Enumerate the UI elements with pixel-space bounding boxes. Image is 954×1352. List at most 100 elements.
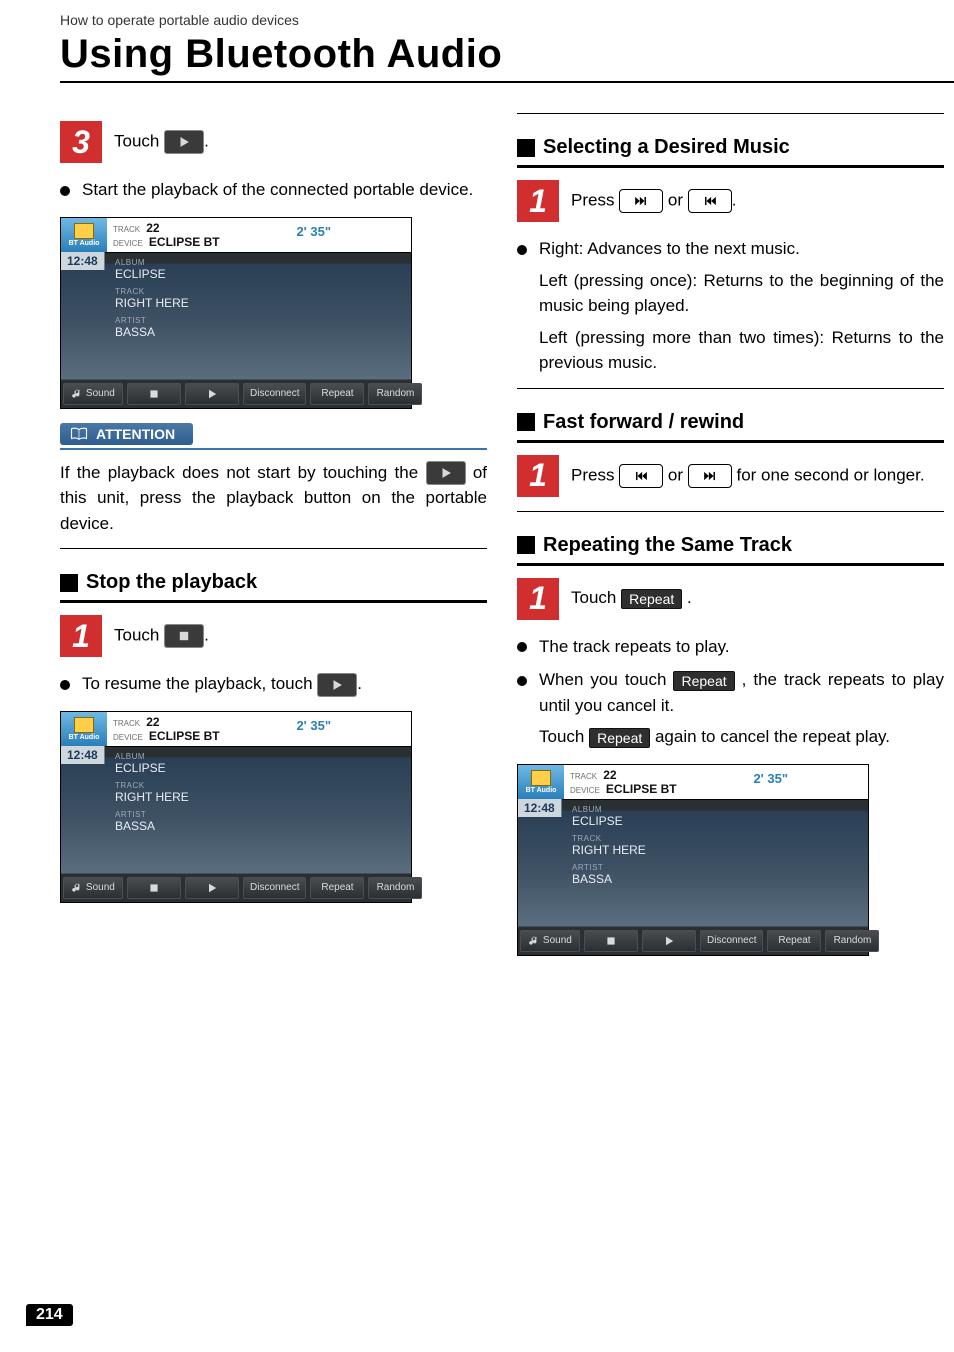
heading-stop-playback: Stop the playback (60, 571, 487, 594)
label-album: ALBUM (115, 258, 189, 267)
value-album: ECLIPSE (572, 814, 646, 828)
label-track: TRACK (113, 719, 140, 728)
value-device-name: ECLIPSE BT (149, 729, 220, 743)
repeat-b-prefix: When you touch (539, 670, 673, 689)
step-stop-1: 1 Touch . (60, 615, 487, 657)
clock-time: 12:48 (518, 799, 562, 817)
stop-icon (605, 935, 617, 947)
music-note-icon (71, 388, 83, 400)
clock-time: 12:48 (61, 252, 105, 270)
value-artist: BASSA (572, 872, 646, 886)
value-trackname: RIGHT HERE (115, 296, 189, 310)
bt-audio-screenshot: BT Audio TRACK 22 DEVICE ECLIPSE BT 2' 3… (517, 764, 869, 956)
heading-repeating-track: Repeating the Same Track (517, 534, 944, 557)
value-trackname: RIGHT HERE (572, 843, 646, 857)
step-number-1: 1 (517, 180, 559, 222)
disconnect-button[interactable]: Disconnect (243, 877, 306, 899)
repeat-cancel-note: When you touch Repeat , the track repeat… (517, 667, 944, 750)
disconnect-button[interactable]: Disconnect (243, 383, 306, 405)
random-button[interactable]: Random (368, 383, 422, 405)
play-button[interactable] (185, 877, 239, 899)
clock-time: 12:48 (61, 746, 105, 764)
ff-prefix: Press (571, 465, 619, 484)
step-repeat-1: 1 Touch Repeat . (517, 578, 944, 620)
attention-heading: ATTENTION (60, 423, 193, 445)
label-trackname: TRACK (572, 834, 646, 843)
ff-suffix: for one second or longer. (732, 465, 925, 484)
step-number-1: 1 (517, 455, 559, 497)
resume-suffix: . (357, 674, 362, 693)
repeat-button[interactable]: Repeat (310, 877, 364, 899)
sound-button[interactable]: Sound (520, 930, 580, 952)
running-header: How to operate portable audio devices (60, 12, 944, 28)
repeat-touch-label: Repeat (589, 728, 650, 748)
right-column: Selecting a Desired Music 1 Press or . R… (517, 113, 944, 970)
select-or: or (663, 190, 688, 209)
repeat-plays-note: The track repeats to play. (517, 634, 944, 660)
stop-button[interactable] (127, 877, 181, 899)
random-button[interactable]: Random (368, 877, 422, 899)
step-3-text-suffix: . (204, 131, 209, 150)
play-icon (206, 882, 218, 894)
repeat-button[interactable]: Repeat (767, 930, 821, 952)
random-button[interactable]: Random (825, 930, 879, 952)
play-button[interactable] (642, 930, 696, 952)
disconnect-button[interactable]: Disconnect (700, 930, 763, 952)
step-3-text-prefix: Touch (114, 131, 164, 150)
stop-icon (148, 388, 160, 400)
stop-button[interactable] (127, 383, 181, 405)
label-device: DEVICE (570, 786, 600, 795)
play-icon (317, 673, 357, 697)
label-device: DEVICE (113, 733, 143, 742)
bt-audio-source-icon: BT Audio (61, 712, 107, 746)
play-icon (206, 388, 218, 400)
value-track-number: 22 (146, 221, 159, 235)
elapsed-time: 2' 35" (296, 224, 331, 239)
label-artist: ARTIST (572, 863, 646, 872)
label-device: DEVICE (113, 239, 143, 248)
left-column: 3 Touch . Start the playback of the conn… (60, 113, 487, 970)
select-suffix: . (732, 190, 737, 209)
step-select-1: 1 Press or . (517, 180, 944, 222)
play-icon (663, 935, 675, 947)
repeat-touch-label: Repeat (621, 589, 682, 609)
page-number: 214 (26, 1304, 73, 1326)
label-artist: ARTIST (115, 316, 189, 325)
value-artist: BASSA (115, 325, 189, 339)
select-right-note: Right: Advances to the next music. Left … (517, 236, 944, 376)
repeat-step-prefix: Touch (571, 588, 621, 607)
heading-fast-forward-rewind: Fast forward / rewind (517, 411, 944, 434)
music-note-icon (71, 882, 83, 894)
label-album: ALBUM (115, 752, 189, 761)
value-album: ECLIPSE (115, 267, 189, 281)
step-number-3: 3 (60, 121, 102, 163)
next-track-icon (619, 189, 663, 213)
play-icon (164, 130, 204, 154)
step-stop-prefix: Touch (114, 626, 164, 645)
bt-audio-screenshot: BT Audio TRACK 22 DEVICE ECLIPSE BT 2' 3… (60, 711, 412, 903)
step-number-1: 1 (517, 578, 559, 620)
select-left-twice-note: Left (pressing more than two times): Ret… (539, 325, 944, 376)
repeat-button[interactable]: Repeat (310, 383, 364, 405)
book-icon (70, 427, 88, 441)
label-track: TRACK (113, 225, 140, 234)
resume-prefix: To resume the playback, touch (82, 674, 317, 693)
stop-button[interactable] (584, 930, 638, 952)
resume-note: To resume the playback, touch . (60, 671, 487, 697)
attention-text-a: If the playback does not start by touchi… (60, 463, 426, 482)
select-prefix: Press (571, 190, 619, 209)
stop-icon (148, 882, 160, 894)
sound-button[interactable]: Sound (63, 383, 123, 405)
music-note-icon (528, 935, 540, 947)
title-rule (60, 81, 954, 83)
select-left-once-note: Left (pressing once): Returns to the beg… (539, 268, 944, 319)
sound-button[interactable]: Sound (63, 877, 123, 899)
value-device-name: ECLIPSE BT (149, 235, 220, 249)
label-artist: ARTIST (115, 810, 189, 819)
repeat-touch-label: Repeat (673, 671, 734, 691)
play-button[interactable] (185, 383, 239, 405)
attention-box: ATTENTION If the playback does not start… (60, 423, 487, 537)
bt-audio-screenshot: BT Audio TRACK 22 DEVICE ECLIPSE BT 2' 3… (60, 217, 412, 409)
bt-audio-source-icon: BT Audio (61, 218, 107, 252)
label-album: ALBUM (572, 805, 646, 814)
